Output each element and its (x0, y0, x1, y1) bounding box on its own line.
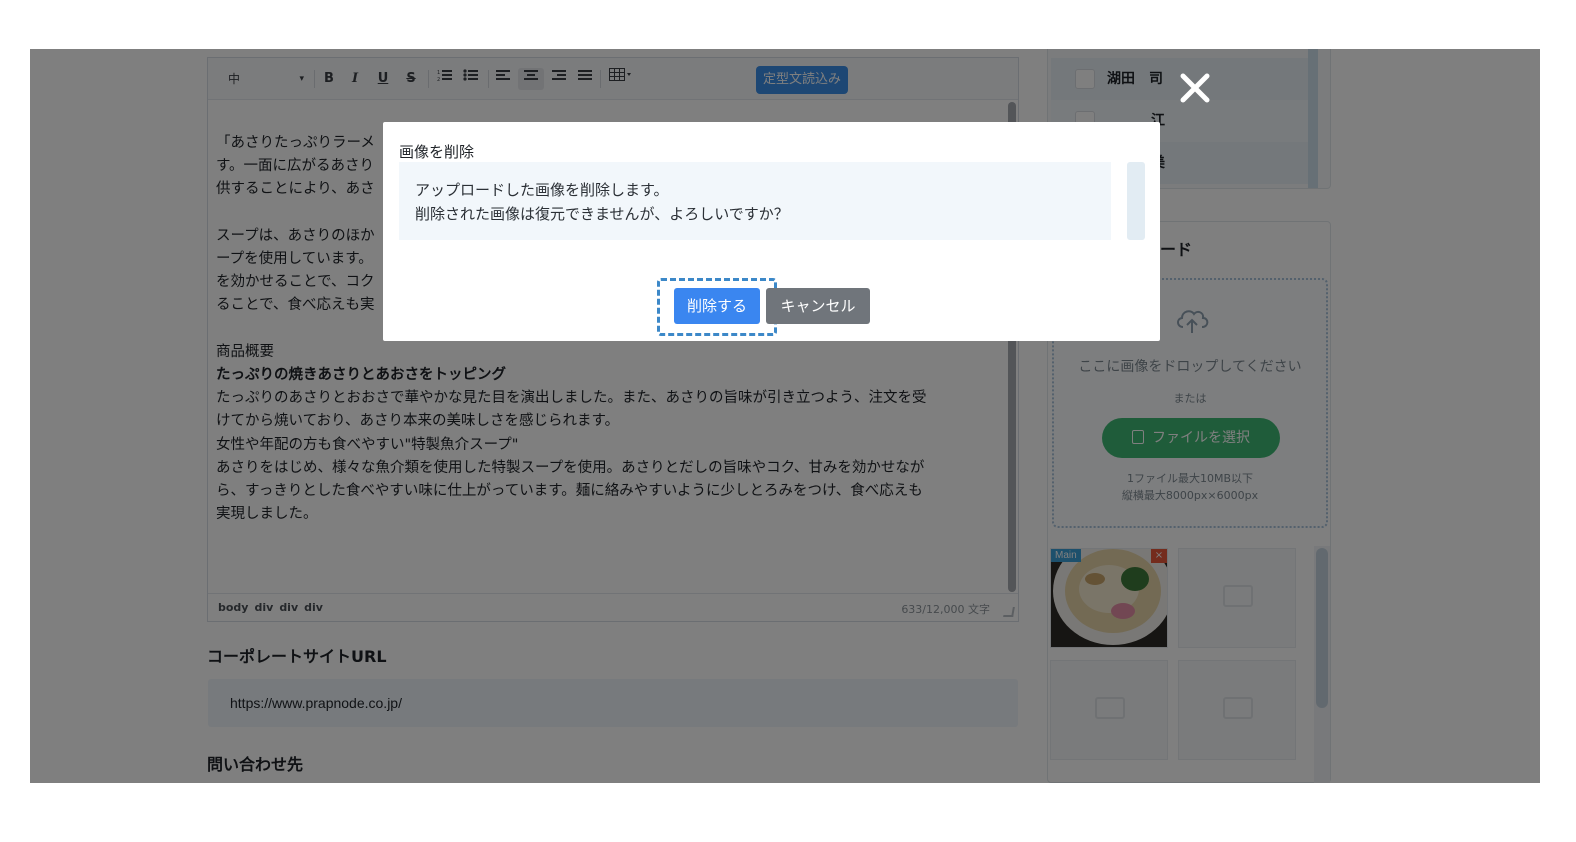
dialog-message-line: アップロードした画像を削除します。 (415, 181, 669, 199)
app-viewport: 中 ▾ B I U S 12 (30, 49, 1540, 783)
dialog-title: 画像を削除 (399, 143, 475, 161)
delete-button[interactable]: 削除する (674, 288, 760, 324)
dialog-message: アップロードした画像を削除します。 削除された画像は復元できませんが、よろしいで… (399, 162, 1111, 240)
close-icon[interactable] (1178, 71, 1212, 105)
delete-image-dialog: 画像を削除 アップロードした画像を削除します。 削除された画像は復元できませんが… (383, 122, 1160, 341)
cancel-button[interactable]: キャンセル (766, 288, 870, 324)
dialog-message-line: 削除された画像は復元できませんが、よろしいですか？ (415, 205, 789, 223)
dialog-scrollbar[interactable] (1127, 162, 1145, 240)
